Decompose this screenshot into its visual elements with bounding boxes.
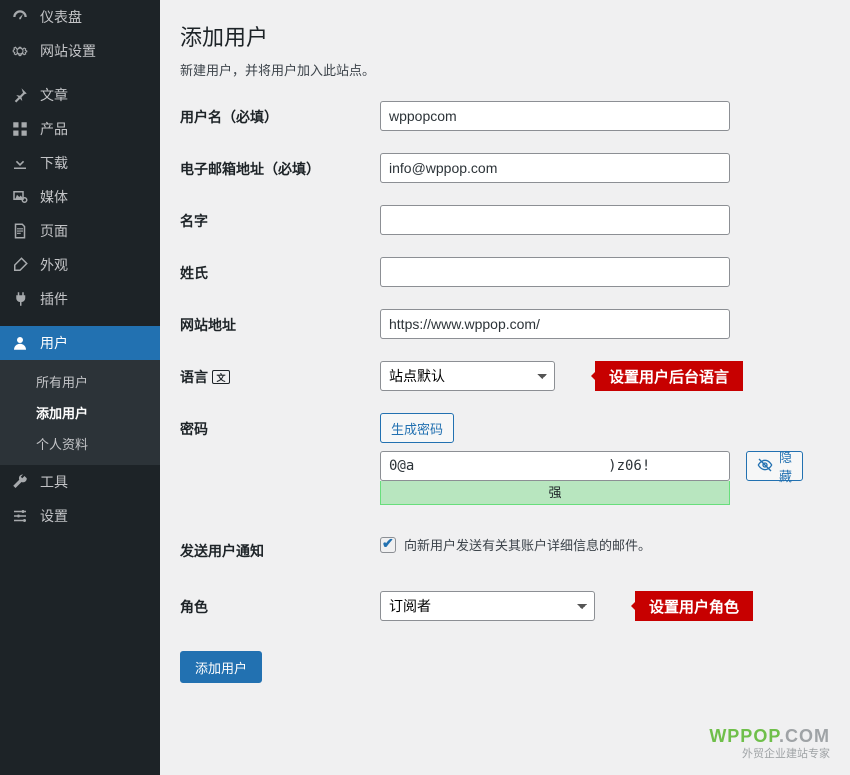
eye-slash-icon [757,457,773,476]
sidebar-item-label: 下载 [40,153,68,173]
password-label: 密码 [180,413,380,439]
sidebar-item-label: 外观 [40,255,68,275]
wrench-icon [10,472,30,492]
hide-password-button[interactable]: 隐藏 [746,451,803,481]
submit-button[interactable]: 添加用户 [180,651,262,683]
notify-text: 向新用户发送有关其账户详细信息的邮件。 [404,535,651,554]
sidebar-item-label: 设置 [40,506,68,526]
sidebar-item-label: 工具 [40,472,68,492]
gear-icon [10,41,30,61]
page-icon [10,221,30,241]
sidebar-item-settings[interactable]: 设置 [0,499,160,533]
sidebar-item-dashboard[interactable]: 仪表盘 [0,0,160,34]
sidebar-item-label: 产品 [40,119,68,139]
sidebar-item-plugins[interactable]: 插件 [0,282,160,316]
submenu-item-profile[interactable]: 个人资料 [0,428,160,459]
language-callout: 设置用户后台语言 [595,361,743,391]
submenu-item-all-users[interactable]: 所有用户 [0,366,160,397]
role-callout: 设置用户角色 [635,591,753,621]
sidebar-item-label: 页面 [40,221,68,241]
language-label: 语言 文 [180,361,380,387]
sidebar-item-pages[interactable]: 页面 [0,214,160,248]
main-content: 添加用户 新建用户，并将用户加入此站点。 用户名（必填） 电子邮箱地址（必填） … [160,0,850,775]
lastname-label: 姓氏 [180,257,380,283]
sliders-icon [10,506,30,526]
admin-sidebar: 仪表盘网站设置文章产品下载媒体页面外观插件用户所有用户添加用户个人资料工具设置 [0,0,160,775]
username-input[interactable] [380,101,730,131]
grid-icon [10,119,30,139]
translate-icon: 文 [212,370,230,384]
user-icon [10,333,30,353]
email-label: 电子邮箱地址（必填） [180,153,380,179]
sidebar-item-downloads[interactable]: 下载 [0,146,160,180]
lastname-input[interactable] [380,257,730,287]
sidebar-item-tools[interactable]: 工具 [0,465,160,499]
sidebar-item-label: 仪表盘 [40,7,82,27]
page-title: 添加用户 [180,20,830,52]
brush-icon [10,255,30,275]
notify-checkbox-row[interactable]: 向新用户发送有关其账户详细信息的邮件。 [380,535,651,554]
gauge-icon [10,7,30,27]
sidebar-item-label: 媒体 [40,187,68,207]
sidebar-item-label: 网站设置 [40,41,96,61]
notify-label: 发送用户通知 [180,535,380,561]
password-input[interactable] [380,451,730,481]
notify-checkbox[interactable] [380,537,396,553]
website-input[interactable] [380,309,730,339]
sidebar-item-label: 用户 [40,333,68,353]
sidebar-item-users[interactable]: 用户 [0,326,160,360]
download-icon [10,153,30,173]
pin-icon [10,85,30,105]
sidebar-item-products[interactable]: 产品 [0,112,160,146]
role-select[interactable]: 订阅者 [380,591,595,621]
password-strength: 强 [380,481,730,505]
firstname-input[interactable] [380,205,730,235]
sidebar-item-media[interactable]: 媒体 [0,180,160,214]
sidebar-item-appearance[interactable]: 外观 [0,248,160,282]
page-subtitle: 新建用户，并将用户加入此站点。 [180,60,830,79]
sidebar-item-site-settings[interactable]: 网站设置 [0,34,160,68]
website-label: 网站地址 [180,309,380,335]
watermark: WPPOP.COM 外贸企业建站专家 [709,726,830,761]
media-icon [10,187,30,207]
username-label: 用户名（必填） [180,101,380,127]
language-select[interactable]: 站点默认 [380,361,555,391]
submenu-item-add-user[interactable]: 添加用户 [0,397,160,428]
sidebar-item-label: 插件 [40,289,68,309]
plug-icon [10,289,30,309]
sidebar-item-posts[interactable]: 文章 [0,78,160,112]
email-input[interactable] [380,153,730,183]
generate-password-button[interactable]: 生成密码 [380,413,454,443]
firstname-label: 名字 [180,205,380,231]
sidebar-item-label: 文章 [40,85,68,105]
role-label: 角色 [180,591,380,617]
